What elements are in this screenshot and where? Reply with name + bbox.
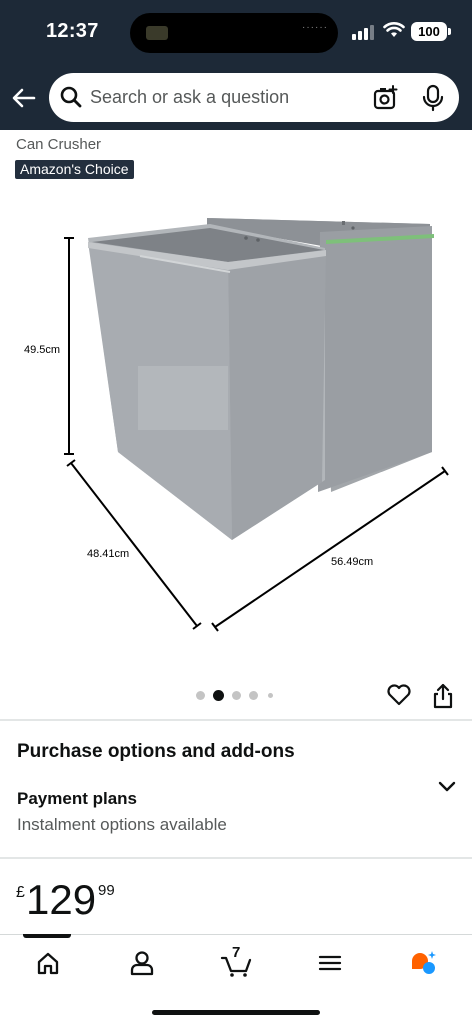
home-icon[interactable] xyxy=(33,949,63,977)
product-title[interactable]: Can Crusher xyxy=(16,136,101,153)
share-icon[interactable] xyxy=(432,683,454,709)
search-input[interactable]: Search or ask a question xyxy=(49,73,459,122)
status-bar: 12:37 ······ 100 xyxy=(0,0,472,66)
header: 12:37 ······ 100 Search or ask a questio… xyxy=(0,0,472,130)
cellular-signal-icon xyxy=(352,24,376,40)
carousel-dot[interactable] xyxy=(249,691,258,700)
island-dots-icon: ······ xyxy=(302,22,328,33)
carousel-dot-active[interactable] xyxy=(213,690,224,701)
payment-plans-subtitle[interactable]: Instalment options available xyxy=(17,815,227,835)
carousel-dot[interactable] xyxy=(232,691,241,700)
chevron-down-icon[interactable] xyxy=(437,778,457,794)
active-tab-indicator xyxy=(23,934,71,938)
width-dimension-label: 56.49cm xyxy=(331,556,374,568)
search-icon xyxy=(60,86,82,108)
amazons-choice-badge: Amazon's Choice xyxy=(15,160,134,179)
height-dimension-label: 49.5cm xyxy=(24,344,61,356)
status-time: 12:37 xyxy=(46,20,99,42)
wifi-icon xyxy=(383,22,405,37)
cart-count: 7 xyxy=(232,944,241,961)
payment-plans-title[interactable]: Payment plans xyxy=(17,789,137,809)
product-image[interactable] xyxy=(0,190,472,670)
island-thumbnail-icon xyxy=(146,26,168,40)
carousel-dot[interactable] xyxy=(268,693,273,698)
price-whole: 129 xyxy=(26,876,97,923)
purchase-options-heading: Purchase options and add-ons xyxy=(17,741,295,762)
battery-indicator: 100 xyxy=(411,22,447,41)
heart-icon[interactable] xyxy=(386,683,412,707)
divider xyxy=(0,857,472,859)
search-placeholder: Search or ask a question xyxy=(90,87,290,107)
battery-tip xyxy=(448,28,451,35)
rufus-assistant-icon[interactable] xyxy=(408,949,438,977)
carousel-dot[interactable] xyxy=(196,691,205,700)
camera-search-icon[interactable] xyxy=(372,84,400,112)
price-fraction: 99 xyxy=(98,882,115,899)
price-currency: £ xyxy=(16,884,25,901)
home-indicator xyxy=(152,1010,320,1015)
menu-icon[interactable] xyxy=(315,949,345,977)
depth-dimension-label: 48.41cm xyxy=(87,548,130,560)
microphone-icon[interactable] xyxy=(421,84,445,112)
account-icon[interactable] xyxy=(127,949,157,977)
divider xyxy=(0,719,472,721)
back-arrow-icon[interactable] xyxy=(10,84,38,112)
